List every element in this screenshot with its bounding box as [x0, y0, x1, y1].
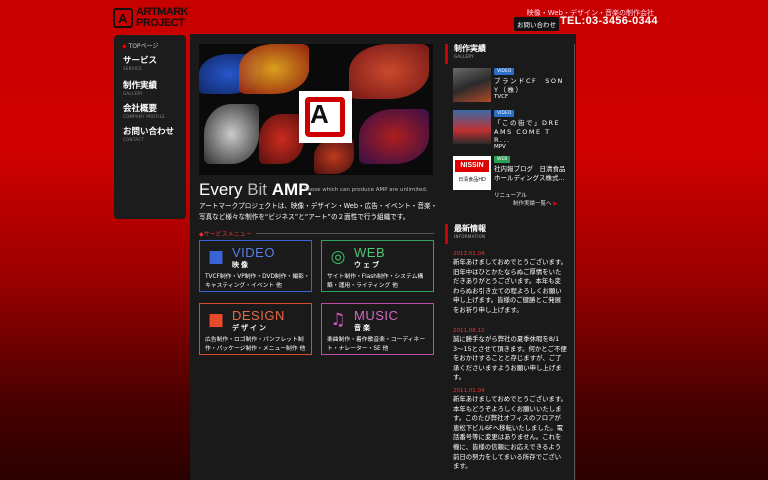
left-navigation: ◆ TOPページ サービス SERVICE 制作実績 GALLERY 会社概要 …	[114, 35, 186, 219]
gallery-more-link[interactable]: 制作実績一覧へ ▶	[513, 199, 558, 207]
header-contact-button[interactable]: お問い合わせ	[514, 17, 559, 31]
news-text: 新年あけましておめでとうございます。旧年中はひとかたならぬご厚情をいただきありが…	[453, 258, 568, 314]
logo-mark: A	[113, 8, 133, 28]
logo-text-line2: PROJECT	[136, 17, 185, 29]
service-title-en: VIDEO	[232, 245, 275, 260]
service-title-jp: 音楽	[354, 324, 372, 332]
site-header: A ARTMARK PROJECT 映像・Web・デザイン・音楽の制作会社 お問…	[0, 0, 768, 34]
service-video-card[interactable]: ■ VIDEO 映像 TVCF制作・VP制作・DVD制作・撮影・キャスティング・…	[199, 240, 312, 292]
shapes-icon: ■	[207, 310, 225, 330]
nav-item-gallery[interactable]: 制作実績 GALLERY	[123, 81, 185, 96]
news-date: 2012.01.04	[453, 251, 485, 257]
globe-icon: ◎	[330, 247, 346, 267]
nav-item-label: 制作実績	[123, 81, 158, 91]
service-title-en: DESIGN	[232, 308, 285, 323]
service-menu-heading: ◆サービスメニュー	[199, 231, 252, 238]
nav-item-sublabel: CONTACT	[123, 137, 145, 142]
gallery-item-type: MPV	[494, 144, 506, 150]
news-text: 誠に勝手ながら弊社の夏季休暇を8/13〜15とさせて頂きます。何かとご不便をおか…	[453, 335, 567, 382]
news-item[interactable]: 2012.01.04 新年あけましておめでとうございます。旧年中はひとかたならぬ…	[453, 250, 567, 316]
category-badge: VIDEO	[494, 110, 515, 117]
gallery-item[interactable]: VIDEO ブランドCF SONY（株） TVCF	[453, 68, 569, 106]
gallery-heading: 制作実績 GALLERY	[445, 44, 486, 64]
divider	[574, 44, 575, 480]
arrow-icon: ▶	[553, 201, 558, 207]
nav-item-sublabel: COMPANY PROFILE	[123, 114, 166, 119]
category-badge: VIDEO	[494, 68, 515, 75]
news-heading: 最新情報 INFORMATION	[445, 224, 486, 244]
service-title-jp: ウェブ	[354, 261, 381, 269]
service-web-card[interactable]: ◎ WEB ウェブ サイト制作・Flash制作・システム構築・運用・ライティング…	[321, 240, 434, 292]
gallery-item-title: ブランドCF SONY（株）	[494, 77, 564, 94]
nissin-logo-sub: 日清食品HD	[458, 177, 486, 183]
news-item[interactable]: 2011.08.12 誠に勝手ながら弊社の夏季休暇を8/13〜15とさせて頂きま…	[453, 327, 567, 383]
nav-item-sublabel: SERVICE	[123, 66, 142, 71]
arrow-icon: ◆	[122, 43, 127, 50]
hero-image: A	[199, 44, 433, 175]
nav-home-link[interactable]: ◆ TOPページ	[122, 41, 158, 50]
nav-item-company[interactable]: 会社概要 COMPANY PROFILE	[123, 104, 185, 119]
service-description: 広告制作・ロゴ制作・パンフレット制作・パッケージ制作・メニュー制作 他	[205, 337, 306, 352]
gallery-item[interactable]: VIDEO 「この街で」DREAMS COME TR... MPV	[453, 110, 569, 150]
nav-item-label: お問い合わせ	[123, 127, 175, 137]
gallery-item-title: 「この街で」DREAMS COME TR...	[494, 119, 561, 144]
service-title-en: MUSIC	[354, 308, 399, 323]
service-description: サイト制作・Flash制作・システム構築・運用・ライティング 他	[327, 274, 424, 289]
gallery-thumbnail	[453, 68, 491, 102]
news-text: 新年あけましておめでとうございます。本年もどうぞよろしくお願いいたします。このた…	[453, 395, 568, 471]
company-intro: アートマークプロジェクトは、映像・デザイン・Web・広告・イベント・音楽・写真な…	[199, 202, 438, 221]
gallery-thumbnail	[453, 110, 491, 144]
brand-slogan: Every Bit AMP.	[199, 180, 313, 199]
service-description: 楽曲制作・着作歌音楽・コーディネート・ナレーター・SE 他	[327, 337, 426, 352]
service-title-en: WEB	[354, 245, 386, 260]
news-date: 2011.01.04	[453, 388, 485, 394]
nav-item-label: 会社概要	[123, 104, 158, 114]
music-note-icon: ♫	[330, 310, 346, 330]
service-description: TVCF制作・VP制作・DVD制作・撮影・キャスティング・イベント 他	[205, 274, 310, 289]
service-title-jp: 映像	[232, 261, 250, 269]
gallery-thumbnail: NISSIN 日清食品HD	[453, 156, 491, 190]
gallery-item-title: 社内報ブログ 日清食品ホールディングス株式...	[494, 165, 566, 182]
news-date: 2011.08.12	[453, 328, 485, 334]
nav-item-contact[interactable]: お問い合わせ CONTACT	[123, 127, 185, 142]
nav-item-label: サービス	[123, 56, 158, 66]
nissin-logo: NISSIN	[455, 160, 489, 172]
service-title-jp: デザイン	[232, 324, 268, 332]
gallery-item[interactable]: NISSIN 日清食品HD WEB 社内報ブログ 日清食品ホールディングス株式.…	[453, 156, 569, 199]
service-music-card[interactable]: ♫ MUSIC 音楽 楽曲制作・着作歌音楽・コーディネート・ナレーター・SE 他	[321, 303, 434, 355]
header-phone-number: TEL:03-3456-0344	[560, 15, 658, 27]
brand-slogan-sub: Those which can produce AMP are unlimite…	[304, 187, 428, 193]
nav-item-service[interactable]: サービス SERVICE	[123, 56, 185, 71]
category-badge: WEB	[494, 156, 511, 163]
service-design-card[interactable]: ■ DESIGN デザイン 広告制作・ロゴ制作・パンフレット制作・パッケージ制作…	[199, 303, 312, 355]
site-logo[interactable]: A ARTMARK PROJECT	[113, 6, 193, 30]
nav-item-sublabel: GALLERY	[123, 91, 143, 96]
hero-logo: A	[299, 91, 352, 143]
gallery-item-type: TVCF	[494, 94, 509, 100]
divider	[256, 233, 434, 234]
news-item[interactable]: 2011.01.04 新年あけましておめでとうございます。本年もどうぞよろしくお…	[453, 387, 567, 472]
video-camera-icon: ■	[207, 247, 225, 267]
gallery-item-type: リニューアル	[494, 193, 527, 199]
